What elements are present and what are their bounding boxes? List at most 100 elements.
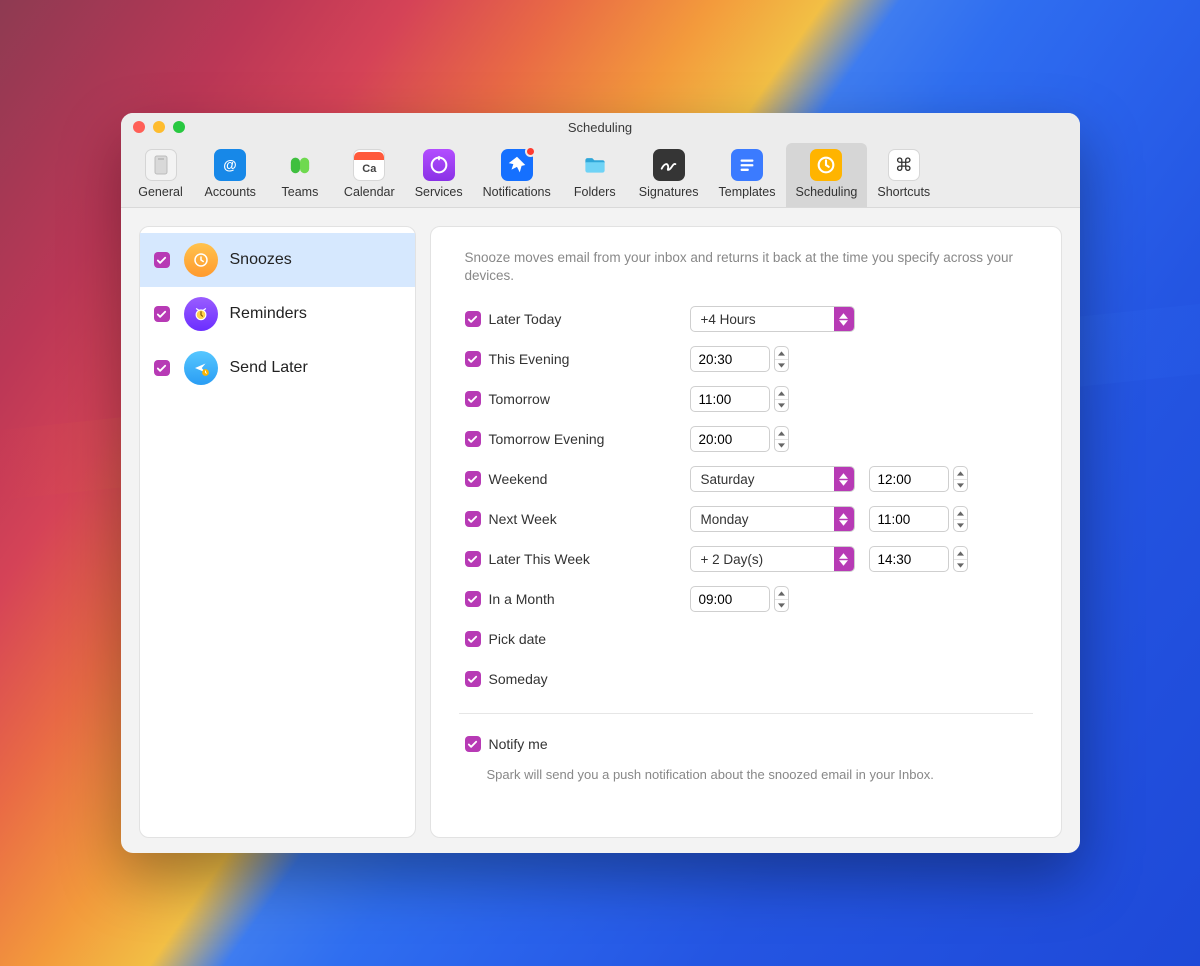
time-stepper-tomorrow-evening[interactable] [774, 426, 789, 452]
separator [459, 713, 1033, 714]
snoozes-panel: Snooze moves email from your inbox and r… [430, 226, 1062, 838]
stepper-up-weekend[interactable] [954, 467, 967, 479]
checkbox-weekend[interactable] [465, 471, 481, 487]
sendlater-icon [184, 351, 218, 385]
dropdown-next-week[interactable]: Monday [690, 506, 855, 532]
sidebar-item-label: Send Later [230, 359, 308, 377]
tab-notifications[interactable]: Notifications [473, 143, 561, 207]
sidebar-item-sendlater[interactable]: Send Later [140, 341, 415, 395]
checkbox-in-a-month[interactable] [465, 591, 481, 607]
time-field-weekend [869, 466, 968, 492]
snoozes-checkbox[interactable] [154, 252, 170, 268]
time-input-tomorrow-evening[interactable] [690, 426, 770, 452]
dropdown-later-today-button[interactable] [834, 307, 854, 331]
time-input-this-evening[interactable] [690, 346, 770, 372]
scheduling-icon [810, 149, 842, 181]
checkbox-tomorrow[interactable] [465, 391, 481, 407]
dropdown-weekend[interactable]: Saturday [690, 466, 855, 492]
label-pick-date: Pick date [489, 631, 547, 647]
templates-icon [731, 149, 763, 181]
stepper-down-tomorrow[interactable] [775, 399, 788, 412]
row-this-evening: This Evening [465, 339, 1027, 379]
time-field-tomorrow [690, 386, 789, 412]
time-field-next-week [869, 506, 968, 532]
dropdown-next-week-button[interactable] [834, 507, 854, 531]
notify-me-description: Spark will send you a push notification … [465, 766, 1025, 784]
time-input-weekend[interactable] [869, 466, 949, 492]
stepper-down-tomorrow-evening[interactable] [775, 439, 788, 452]
checkbox-pick-date[interactable] [465, 631, 481, 647]
row-tomorrow-evening: Tomorrow Evening [465, 419, 1027, 459]
tab-signatures[interactable]: Signatures [629, 143, 709, 207]
time-input-next-week[interactable] [869, 506, 949, 532]
time-stepper-weekend[interactable] [953, 466, 968, 492]
reminders-checkbox[interactable] [154, 306, 170, 322]
time-stepper-tomorrow[interactable] [774, 386, 789, 412]
stepper-down-in-a-month[interactable] [775, 599, 788, 612]
sendlater-checkbox[interactable] [154, 360, 170, 376]
stepper-down-this-evening[interactable] [775, 359, 788, 372]
tab-templates-label: Templates [719, 185, 776, 199]
checkbox-this-evening[interactable] [465, 351, 481, 367]
label-tomorrow-evening: Tomorrow Evening [489, 431, 605, 447]
tab-services-label: Services [415, 185, 463, 199]
tab-accounts[interactable]: @ Accounts [195, 143, 266, 207]
checkbox-later-this-week[interactable] [465, 551, 481, 567]
row-pick-date: Pick date [465, 619, 1027, 659]
sidebar-item-reminders[interactable]: Reminders [140, 287, 415, 341]
dropdown-later-this-week-button[interactable] [834, 547, 854, 571]
calendar-icon: Ca [353, 149, 385, 181]
folders-icon [579, 149, 611, 181]
tab-services[interactable]: Services [405, 143, 473, 207]
label-this-evening: This Evening [489, 351, 570, 367]
label-tomorrow: Tomorrow [489, 391, 550, 407]
tab-templates[interactable]: Templates [709, 143, 786, 207]
time-field-later-this-week [869, 546, 968, 572]
tab-calendar-label: Calendar [344, 185, 395, 199]
time-input-later-this-week[interactable] [869, 546, 949, 572]
tab-teams-label: Teams [282, 185, 319, 199]
checkbox-next-week[interactable] [465, 511, 481, 527]
tab-shortcuts[interactable]: ⌘ Shortcuts [867, 143, 940, 207]
row-later-this-week: Later This Week + 2 Day(s) [465, 539, 1027, 579]
tab-general[interactable]: General [127, 143, 195, 207]
tab-scheduling[interactable]: Scheduling [786, 143, 868, 207]
checkbox-tomorrow-evening[interactable] [465, 431, 481, 447]
dropdown-weekend-value: Saturday [691, 472, 834, 487]
stepper-up-tomorrow[interactable] [775, 387, 788, 399]
stepper-down-weekend[interactable] [954, 479, 967, 492]
time-stepper-in-a-month[interactable] [774, 586, 789, 612]
checkbox-someday[interactable] [465, 671, 481, 687]
snoozes-icon [184, 243, 218, 277]
stepper-down-next-week[interactable] [954, 519, 967, 532]
label-in-a-month: In a Month [489, 591, 555, 607]
row-notify-me: Notify me [465, 724, 1027, 764]
dropdown-later-this-week-value: + 2 Day(s) [691, 552, 834, 567]
label-later-this-week: Later This Week [489, 551, 590, 567]
sidebar-item-snoozes[interactable]: Snoozes [140, 233, 415, 287]
tab-general-label: General [138, 185, 182, 199]
tab-folders[interactable]: Folders [561, 143, 629, 207]
time-input-in-a-month[interactable] [690, 586, 770, 612]
time-stepper-later-this-week[interactable] [953, 546, 968, 572]
time-stepper-this-evening[interactable] [774, 346, 789, 372]
tab-teams[interactable]: Teams [266, 143, 334, 207]
stepper-up-tomorrow-evening[interactable] [775, 427, 788, 439]
time-input-tomorrow[interactable] [690, 386, 770, 412]
stepper-up-this-evening[interactable] [775, 347, 788, 359]
accounts-icon: @ [214, 149, 246, 181]
checkbox-later-today[interactable] [465, 311, 481, 327]
stepper-down-later-this-week[interactable] [954, 559, 967, 572]
time-field-this-evening [690, 346, 789, 372]
stepper-up-next-week[interactable] [954, 507, 967, 519]
stepper-up-in-a-month[interactable] [775, 587, 788, 599]
dropdown-later-today[interactable]: +4 Hours [690, 306, 855, 332]
dropdown-weekend-button[interactable] [834, 467, 854, 491]
time-stepper-next-week[interactable] [953, 506, 968, 532]
tab-calendar[interactable]: Ca Calendar [334, 143, 405, 207]
stepper-up-later-this-week[interactable] [954, 547, 967, 559]
dropdown-later-this-week[interactable]: + 2 Day(s) [690, 546, 855, 572]
row-later-today: Later Today +4 Hours [465, 299, 1027, 339]
notify-me-checkbox[interactable] [465, 736, 481, 752]
scheduling-sidebar: Snoozes Reminders Send Later [139, 226, 416, 838]
